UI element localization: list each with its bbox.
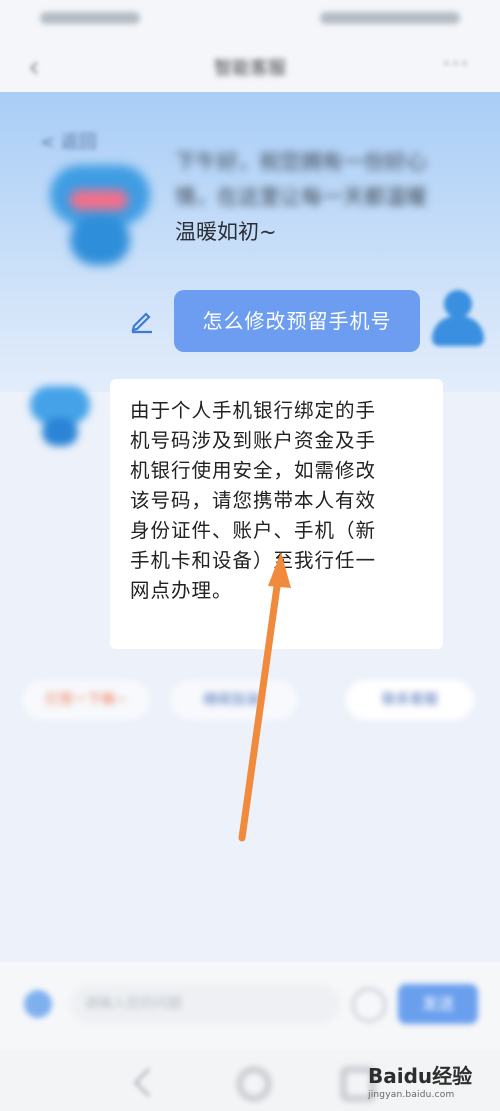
answer-text: 由于个人手机银行绑定的手 机号码涉及到账户资金及手 机银行使用安全，如需修改 该… — [130, 396, 430, 606]
mascot-image — [40, 155, 160, 270]
voice-icon[interactable] — [24, 990, 52, 1018]
reward-chip[interactable]: 打赏一下嘛~ — [22, 680, 150, 720]
answer-line: 由于个人手机银行绑定的手 — [130, 399, 377, 422]
title-bar: ‹ 智能客服 ··· — [0, 40, 500, 92]
watermark-sub: jingyan.baidu.com — [368, 1090, 455, 1100]
status-left-icons — [40, 12, 140, 24]
status-right-icons — [320, 12, 460, 24]
answer-line: 机号码涉及到账户资金及手 — [130, 429, 377, 452]
emoji-icon[interactable] — [352, 988, 386, 1022]
greeting-text-blurred: 下午好，祝您拥有一份好心情，在这里让每一天都温暖 — [175, 150, 427, 209]
send-button[interactable]: 发送 — [398, 984, 478, 1024]
greeting-text: 下午好，祝您拥有一份好心情，在这里让每一天都温暖 温暖如初~ — [175, 145, 455, 250]
encourage-chip[interactable]: 继续加油! — [170, 680, 298, 720]
nav-back-icon[interactable] — [134, 1068, 163, 1097]
prev-button[interactable]: < 返回 — [40, 128, 97, 154]
user-question-bubble: 怎么修改预留手机号 — [174, 290, 420, 352]
answer-line: 手机卡和设备）至我行任一 — [130, 549, 377, 572]
status-bar — [0, 0, 500, 40]
message-input[interactable]: 请输入您的问题 — [70, 984, 340, 1024]
more-icon[interactable]: ··· — [443, 52, 470, 77]
answer-line: 该号码，请您携带本人有效 — [130, 489, 377, 512]
answer-line: 网点办理。 — [130, 579, 233, 602]
bot-answer-bubble: 由于个人手机银行绑定的手 机号码涉及到账户资金及手 机银行使用安全，如需修改 该… — [110, 379, 443, 649]
input-bar: 请输入您的问题 发送 — [0, 962, 500, 1050]
watermark-main: Baidu经验 — [368, 1064, 473, 1088]
edit-icon[interactable] — [128, 306, 156, 334]
page-title: 智能客服 — [214, 58, 286, 79]
greeting-text-clear: 温暖如初~ — [175, 220, 277, 244]
answer-line: 机银行使用安全，如需修改 — [130, 459, 377, 482]
user-avatar — [428, 288, 488, 350]
contact-service-chip[interactable]: 联系客服 — [346, 680, 474, 720]
bot-avatar — [20, 380, 100, 450]
nav-home-icon[interactable] — [238, 1068, 270, 1100]
watermark: Baidu经验 jingyan.baidu.com — [368, 1056, 498, 1106]
answer-line: 身份证件、账户、手机（新 — [130, 519, 377, 542]
